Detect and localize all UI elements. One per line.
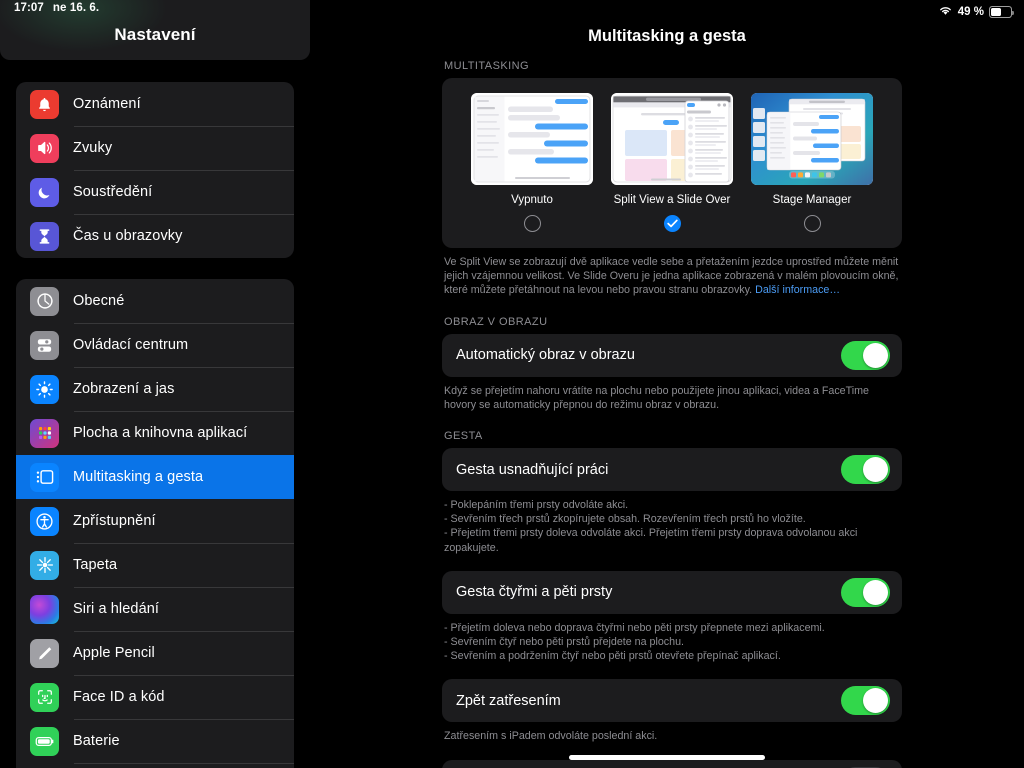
brightness-icon xyxy=(30,374,59,404)
gesture-toggle-switch-2[interactable] xyxy=(841,577,890,607)
sidebar-item-zvuky[interactable]: Zvuky xyxy=(16,126,294,170)
sidebar-item-cas-u-obrazovky[interactable]: Čas u obrazovky xyxy=(16,214,294,258)
sidebar-item-baterie[interactable]: Baterie xyxy=(16,719,294,763)
sidebar-item-label: Face ID a kód xyxy=(73,689,165,705)
settings-sidebar: Nastavení Oznámení Zvuky Soustředění Čas… xyxy=(0,0,310,768)
multitasking-option-label: Vypnuto xyxy=(511,194,553,206)
pip-toggle-label: Automatický obraz v obrazu xyxy=(456,347,635,364)
sliders-icon xyxy=(30,330,59,360)
thumb-stage-manager xyxy=(751,93,873,185)
thumb-splitview xyxy=(611,93,733,185)
sidebar-item-label: Čas u obrazovky xyxy=(73,228,183,244)
multitasking-option-label: Split View a Slide Over xyxy=(613,194,731,206)
gesture-toggle-row-2[interactable]: Gesta čtyřmi a pěti prsty xyxy=(442,571,902,614)
sidebar-item-soustredeni[interactable]: Soustředění xyxy=(16,170,294,214)
sidebar-item-label: Multitasking a gesta xyxy=(73,469,204,485)
radio-splitview[interactable] xyxy=(663,215,681,232)
bell-icon xyxy=(30,89,59,119)
sidebar-item-siri-a-hledani[interactable]: Siri a hledání xyxy=(16,587,294,631)
sidebar-item-label: Zvuky xyxy=(73,140,113,156)
multitasking-option-label: Stage Manager xyxy=(772,194,852,206)
radio-off[interactable] xyxy=(523,215,541,232)
page-title: Multitasking a gesta xyxy=(588,27,746,45)
sidebar-scroll-area[interactable]: Oznámení Zvuky Soustředění Čas u obrazov… xyxy=(0,60,310,768)
gear-icon xyxy=(30,286,59,316)
sidebar-item-label: Zobrazení a jas xyxy=(73,381,175,397)
wallpaper-icon xyxy=(30,550,59,580)
pip-toggle-switch[interactable] xyxy=(841,340,890,370)
sidebar-item-obecne[interactable]: Obecné xyxy=(16,279,294,323)
gesture-card-1: Gesta usnadňující práci xyxy=(442,448,902,492)
app-grid-icon xyxy=(30,418,59,448)
pencil-icon xyxy=(30,638,59,668)
sidebar-item-label: Oznámení xyxy=(73,96,141,112)
gesture-toggle-label-1: Gesta usnadňující práci xyxy=(456,461,609,478)
section-header-pip: OBRAZ V OBRAZU xyxy=(444,315,548,328)
gesture-toggle-label-2: Gesta čtyřmi a pěti prsty xyxy=(456,584,613,601)
battery-icon xyxy=(30,726,59,756)
multitasking-option-off[interactable]: Vypnuto xyxy=(462,93,602,232)
multitasking-option-splitview[interactable]: Split View a Slide Over xyxy=(602,93,742,232)
accessibility-icon xyxy=(30,506,59,536)
gesture-toggle-switch-3[interactable] xyxy=(841,686,890,716)
moon-icon xyxy=(30,177,59,207)
pip-toggle-row[interactable]: Automatický obraz v obrazu xyxy=(442,334,902,377)
sidebar-item-label: Apple Pencil xyxy=(73,645,155,661)
sidebar-item-multitasking-a-gesta[interactable]: Multitasking a gesta xyxy=(16,455,294,499)
faceid-icon xyxy=(30,682,59,712)
sidebar-item-ovladaci-centrum[interactable]: Ovládací centrum xyxy=(16,323,294,367)
multitasking-option-stage-manager[interactable]: Stage Manager xyxy=(742,93,882,232)
sidebar-item-zobrazeni-a-jas[interactable]: Zobrazení a jas xyxy=(16,367,294,411)
sidebar-item-label: Siri a hledání xyxy=(73,601,160,617)
multitasking-footnote: Ve Split View se zobrazují dvě aplikace … xyxy=(444,255,902,298)
gesture-footnote-2: - Přejetím doleva nebo doprava čtyřmi ne… xyxy=(444,621,825,663)
sidebar-item-zpristupneni[interactable]: Zpřístupnění xyxy=(16,499,294,543)
siri-icon xyxy=(30,594,59,624)
multitasking-icon xyxy=(30,462,59,492)
ipad-settings-screen: 17:07 ne 16. 6. 49 % Nastavení Oznámení … xyxy=(0,0,1024,768)
sidebar-header: Nastavení xyxy=(0,0,310,60)
sidebar-item-apple-pencil[interactable]: Apple Pencil xyxy=(16,631,294,675)
settings-detail-pane: Multitasking a gesta MULTITASKING Vypnut… xyxy=(310,0,1024,768)
gesture-toggle-row-3[interactable]: Zpět zatřesením xyxy=(442,679,902,722)
pip-footnote: Když se přejetím nahoru vrátíte na ploch… xyxy=(444,384,869,411)
sidebar-item-tapeta[interactable]: Tapeta xyxy=(16,543,294,587)
hourglass-icon xyxy=(30,221,59,251)
sidebar-item-label: Zpřístupnění xyxy=(73,513,156,529)
thumb-off xyxy=(471,93,593,185)
multitasking-card: Vypnuto Split View a Slide Over Stage Ma… xyxy=(442,78,902,248)
gesture-footnote-1: - Poklepáním třemi prsty odvoláte akci. … xyxy=(444,499,858,554)
sidebar-group-2: Obecné Ovládací centrum Zobrazení a jas xyxy=(16,279,294,768)
sidebar-item-plocha-a-knihovna[interactable]: Plocha a knihovna aplikací xyxy=(16,411,294,455)
pip-card: Automatický obraz v obrazu xyxy=(442,333,902,377)
speaker-icon xyxy=(30,133,59,163)
gesture-toggle-label-3: Zpět zatřesením xyxy=(456,692,561,709)
home-indicator[interactable] xyxy=(569,755,765,760)
sidebar-title: Nastavení xyxy=(114,25,196,44)
gesture-footnote-3: Zatřesením s iPadem odvoláte poslední ak… xyxy=(444,730,658,743)
section-header-gestures: GESTA xyxy=(444,430,483,443)
multitasking-learn-more-link[interactable]: Další informace… xyxy=(755,284,840,296)
sidebar-item-label: Baterie xyxy=(73,733,120,749)
sidebar-item-oznameni[interactable]: Oznámení xyxy=(16,82,294,126)
gesture-toggle-switch-1[interactable] xyxy=(841,455,890,485)
sidebar-item-label: Obecné xyxy=(73,293,125,309)
gesture-card-4: Přejetí prstem z rohu xyxy=(442,759,902,768)
sidebar-item-label: Soustředění xyxy=(73,184,153,200)
gesture-card-2: Gesta čtyřmi a pěti prsty xyxy=(442,570,902,614)
sidebar-item-label: Plocha a knihovna aplikací xyxy=(73,425,248,441)
sidebar-item-label: Tapeta xyxy=(73,557,118,573)
sidebar-group-1: Oznámení Zvuky Soustředění Čas u obrazov… xyxy=(16,82,294,258)
sidebar-item-soukromi-a-zabezpeceni[interactable]: Soukromí a zabezpečení xyxy=(16,763,294,768)
gesture-toggle-row-4[interactable]: Přejetí prstem z rohu xyxy=(442,760,902,768)
detail-scroll-area[interactable]: MULTITASKING Vypnuto Split View a Slide … xyxy=(310,60,1024,768)
sidebar-item-face-id-a-kod[interactable]: Face ID a kód xyxy=(16,675,294,719)
gesture-card-3: Zpět zatřesením xyxy=(442,679,902,723)
sidebar-item-label: Ovládací centrum xyxy=(73,337,189,353)
gesture-toggle-row-1[interactable]: Gesta usnadňující práci xyxy=(442,448,902,491)
section-header-multitasking: MULTITASKING xyxy=(444,60,530,72)
radio-stage-manager[interactable] xyxy=(803,215,821,232)
